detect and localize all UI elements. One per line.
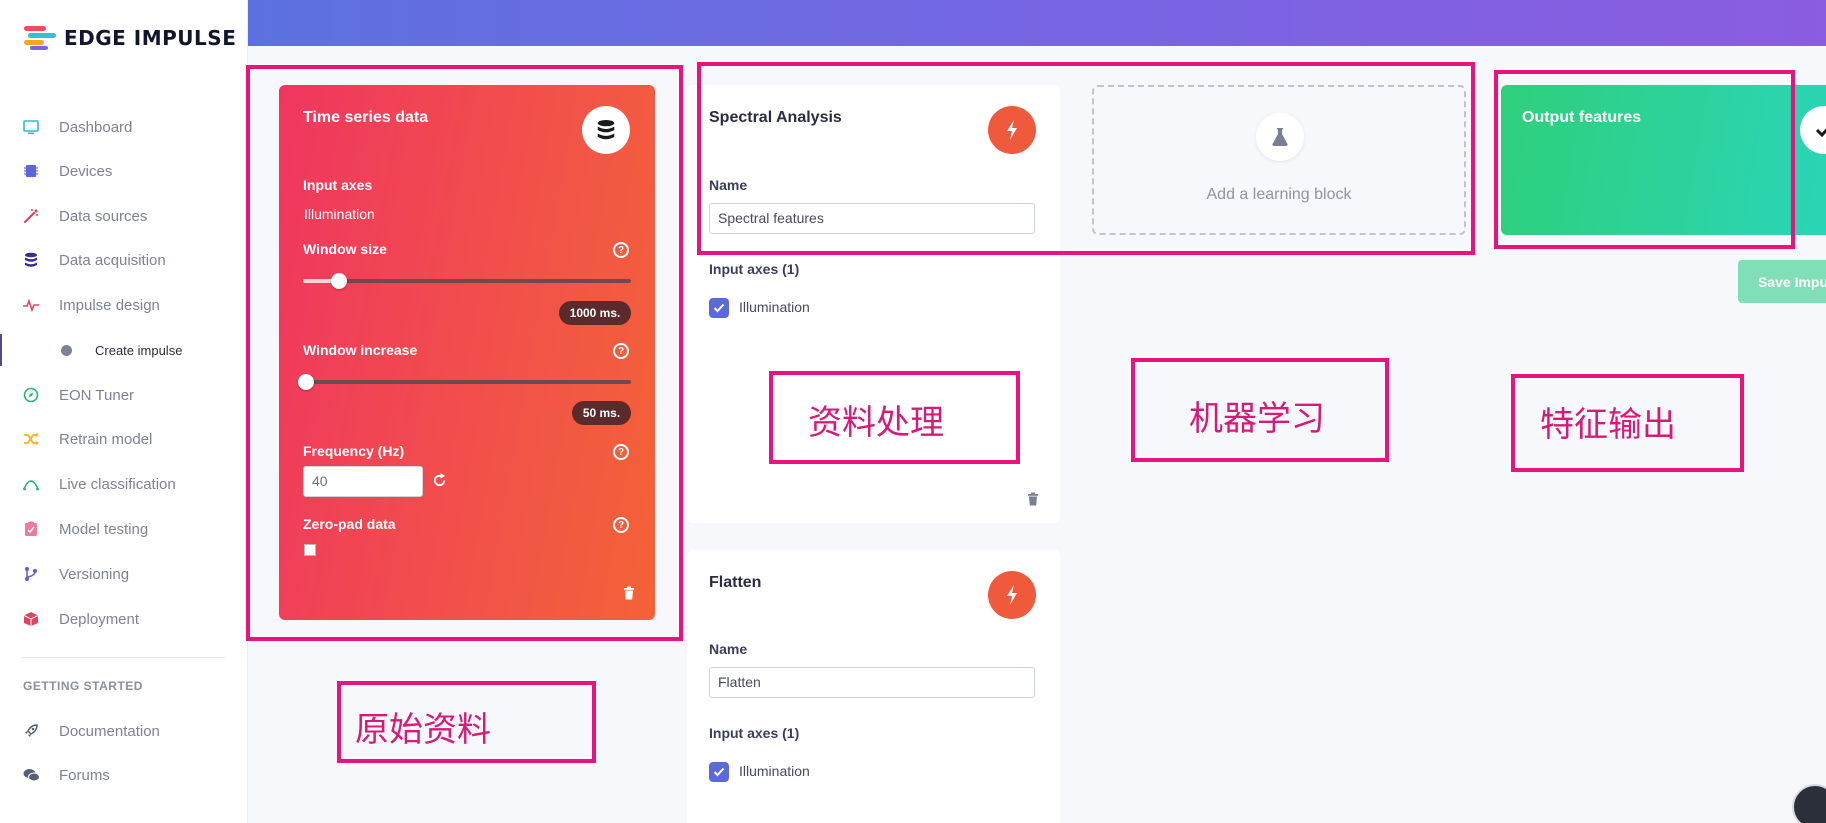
- database-icon: [22, 251, 40, 269]
- name-label: Name: [709, 641, 748, 657]
- axis-checkbox[interactable]: [709, 762, 729, 782]
- sidebar: EDGE IMPULSE Dashboard Devices Data sour…: [0, 0, 248, 823]
- annotation-machine-learning: 机器学习: [1189, 399, 1325, 439]
- axis-option-label: Illumination: [739, 763, 810, 779]
- sidebar-item-impulse-design[interactable]: Impulse design: [0, 290, 248, 320]
- save-impulse-button[interactable]: Save Impu: [1738, 260, 1826, 303]
- sidebar-item-label: Retrain model: [59, 430, 153, 448]
- sidebar-item-data-sources[interactable]: Data sources: [0, 201, 248, 231]
- sidebar-item-label: Data acquisition: [59, 251, 166, 269]
- axis-option-label: Illumination: [739, 299, 810, 315]
- annotation-processing: 资料处理: [808, 403, 944, 443]
- annotation-box-pipeline: [697, 62, 1475, 255]
- check-icon: [713, 303, 725, 313]
- sidebar-item-label: Live classification: [59, 475, 176, 493]
- annotation-raw-data: 原始资料: [355, 710, 491, 750]
- logo[interactable]: EDGE IMPULSE: [24, 26, 236, 50]
- sidebar-item-label: Impulse design: [59, 296, 160, 314]
- sidebar-item-eon-tuner[interactable]: EON Tuner: [0, 380, 248, 410]
- sidebar-item-label: Documentation: [59, 722, 160, 740]
- dot-icon: [61, 344, 72, 356]
- sidebar-item-label: Forums: [59, 766, 110, 784]
- sidebar-item-label: Model testing: [59, 520, 149, 538]
- top-banner: [248, 0, 1826, 46]
- sidebar-item-label: Deployment: [59, 610, 140, 628]
- shuffle-icon: [22, 430, 40, 448]
- edge-impulse-logo-icon: [24, 26, 56, 50]
- monitor-icon: [22, 118, 40, 136]
- sidebar-item-live-classification[interactable]: Live classification: [0, 469, 248, 499]
- sidebar-item-retrain-model[interactable]: Retrain model: [0, 424, 248, 454]
- annotation-box-output: [1494, 70, 1795, 249]
- branch-icon: [22, 565, 40, 583]
- sidebar-item-label: Versioning: [59, 565, 130, 583]
- pulse-icon: [22, 296, 40, 314]
- annotation-feature-output: 特征输出: [1540, 405, 1676, 445]
- box-icon: [22, 610, 40, 628]
- flatten-block: Flatten Name Flatten Input axes (1) Illu…: [687, 550, 1060, 823]
- sidebar-item-label: Dashboard: [59, 118, 133, 136]
- check-icon: [713, 767, 725, 777]
- curve-icon: [22, 475, 40, 493]
- sidebar-item-forums[interactable]: Forums: [0, 760, 248, 790]
- clipboard-icon: [22, 520, 40, 538]
- axis-checkbox[interactable]: [709, 298, 729, 318]
- sidebar-divider: [22, 657, 225, 658]
- logo-text: EDGE IMPULSE: [64, 26, 237, 50]
- sidebar-section-title: GETTING STARTED: [23, 679, 143, 693]
- wand-icon: [22, 207, 40, 225]
- sidebar-item-dashboard[interactable]: Dashboard: [0, 112, 248, 142]
- sidebar-item-data-acquisition[interactable]: Data acquisition: [0, 245, 248, 275]
- block-title: Flatten: [709, 574, 762, 591]
- input-axes-label: Input axes (1): [709, 261, 800, 277]
- sidebar-item-label: EON Tuner: [59, 386, 135, 404]
- trash-icon[interactable]: [1027, 492, 1039, 506]
- chat-widget-button[interactable]: [1792, 784, 1826, 823]
- annotation-box-raw-data: [246, 65, 683, 641]
- sidebar-item-deployment[interactable]: Deployment: [0, 604, 248, 634]
- rocket-icon: [22, 722, 40, 740]
- sidebar-item-model-testing[interactable]: Model testing: [0, 514, 248, 544]
- sidebar-item-versioning[interactable]: Versioning: [0, 559, 248, 589]
- chip-icon: [22, 162, 40, 180]
- compass-icon: [22, 386, 40, 404]
- sidebar-item-label: Create impulse: [95, 342, 183, 358]
- sidebar-item-create-impulse[interactable]: Create impulse: [0, 335, 248, 365]
- sidebar-item-devices[interactable]: Devices: [0, 156, 248, 186]
- sidebar-item-label: Devices: [59, 162, 113, 180]
- bolt-icon: [1007, 585, 1017, 605]
- sidebar-item-label: Data sources: [59, 207, 148, 225]
- sidebar-item-documentation[interactable]: Documentation: [0, 716, 248, 746]
- block-name-input[interactable]: Flatten: [709, 667, 1035, 698]
- input-axes-label: Input axes (1): [709, 725, 800, 741]
- chat-icon: [22, 766, 40, 784]
- dsp-bolt-button[interactable]: [988, 571, 1036, 619]
- check-icon: [1815, 128, 1826, 137]
- output-check-button[interactable]: [1800, 106, 1826, 154]
